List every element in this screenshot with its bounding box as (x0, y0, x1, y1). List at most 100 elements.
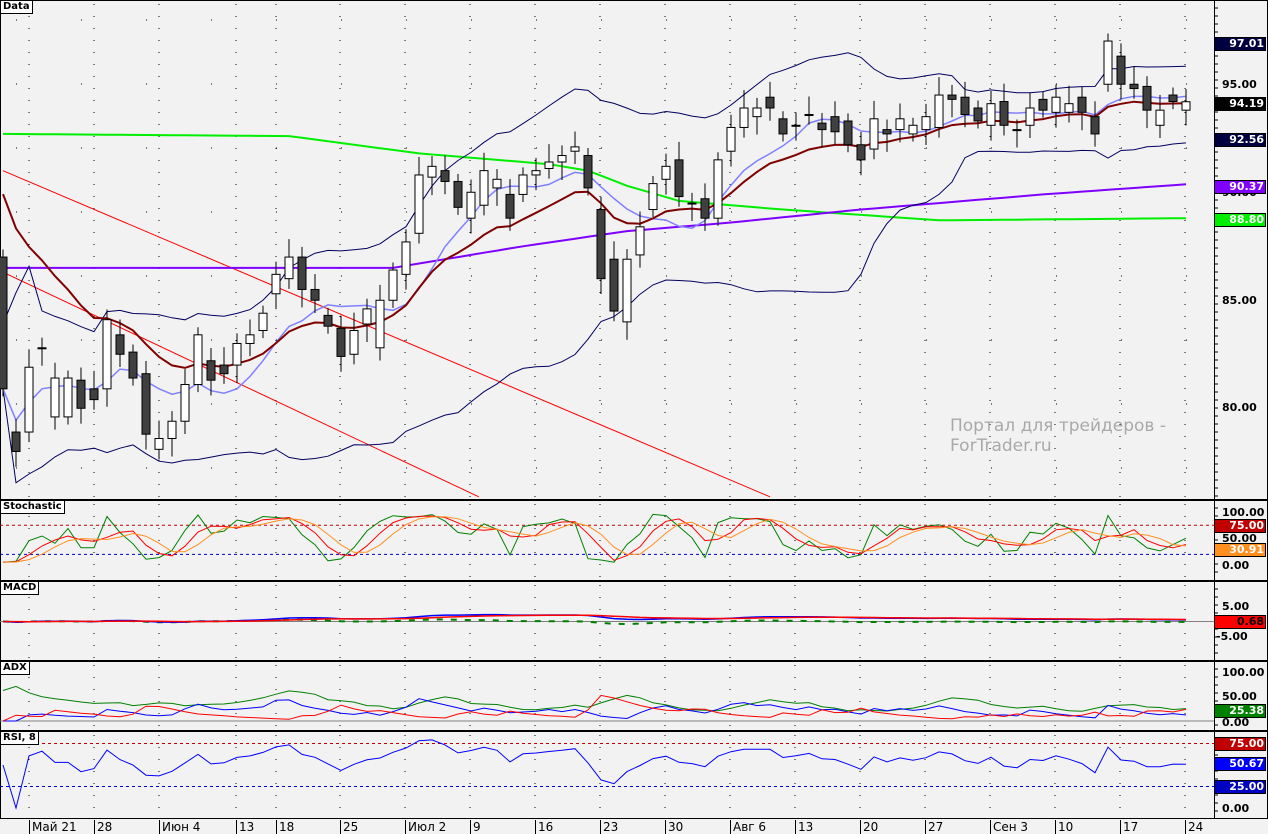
candle-down (778, 118, 788, 135)
x-tick: 9 (470, 820, 481, 834)
candle-up (1051, 96, 1061, 113)
stoch-upper-tag: 75.00 (1214, 519, 1266, 533)
candle-down (219, 364, 229, 375)
candle-up (531, 170, 541, 176)
candle-down (128, 351, 138, 379)
candle-up (687, 202, 697, 205)
candle-up (466, 191, 476, 219)
chart-window: Data Stochastic MACD ADX RSI, 8 Портал д… (0, 0, 1268, 834)
y-tick: 85.00 (1222, 294, 1257, 307)
rsi-lower-tag: 25.00 (1214, 780, 1266, 794)
candle-up (518, 174, 528, 195)
candle-up (102, 319, 112, 390)
x-tick: 17 (1120, 820, 1138, 834)
candle-down (674, 159, 684, 198)
candle-up (986, 103, 996, 126)
candle-up (232, 342, 242, 366)
candle-up (50, 377, 60, 418)
y-tick: 100.00 (1222, 666, 1265, 679)
x-tick: 16 (535, 820, 553, 834)
candle-down (206, 360, 216, 381)
candle-down (817, 122, 827, 131)
candle-down (947, 94, 957, 100)
candle-down (843, 120, 853, 146)
y-tick: 95.00 (1222, 78, 1257, 91)
rsi-last-tag: 50.67 (1214, 757, 1266, 771)
panel-label-adx: ADX (0, 661, 30, 675)
candle-down (310, 288, 320, 301)
candle-down (1038, 98, 1048, 111)
candle-up (921, 116, 931, 131)
x-tick: 18 (276, 820, 294, 834)
x-tick: 13 (795, 820, 813, 834)
candle-up (1103, 40, 1113, 85)
x-tick: 30 (665, 820, 683, 834)
candle-up (245, 334, 255, 344)
x-tick: Авг 6 (730, 820, 766, 834)
candle-down (700, 198, 710, 219)
stoch-last-tag: 30.91 (1214, 543, 1266, 557)
candle-up (557, 155, 567, 163)
panel-label-macd: MACD (0, 581, 40, 595)
y-tick: 100.00 (1222, 506, 1265, 519)
candle-down (297, 256, 307, 290)
macd-last-tag: 0.68 (1214, 615, 1266, 629)
candle-up (1025, 107, 1035, 126)
candle-up (791, 124, 801, 127)
candle-up (804, 113, 814, 116)
candle-down (336, 327, 346, 357)
candle-up (1181, 101, 1191, 111)
candle-up (713, 159, 723, 219)
bb-upper-tag: 97.01 (1214, 37, 1266, 51)
candle-down (141, 373, 151, 435)
candle-up (193, 334, 203, 386)
candle-up (349, 330, 359, 355)
candle-up (154, 438, 164, 450)
candle-down (973, 107, 983, 122)
candle-down (830, 116, 840, 133)
candle-up (661, 165, 671, 180)
y-tick: 0.00 (1222, 802, 1250, 815)
purple-ma-tag: 90.37 (1214, 180, 1266, 194)
y-tick: -5.00 (1216, 630, 1248, 643)
x-tick: 23 (600, 820, 618, 834)
y-tick: 50.00 (1222, 690, 1257, 703)
candle-up (1012, 129, 1022, 132)
candle-up (63, 377, 73, 418)
candle-up (167, 420, 177, 440)
candle-down (999, 101, 1009, 126)
candle-up (895, 118, 905, 131)
x-tick: Май 21 (29, 820, 77, 834)
candle-down (609, 258, 619, 312)
x-tick: 28 (94, 820, 112, 834)
x-tick: 24 (1185, 820, 1203, 834)
candle-up (375, 299, 385, 349)
green-ma-tag: 88.80 (1214, 213, 1266, 227)
x-tick: 20 (860, 820, 878, 834)
panel-label-data: Data (0, 0, 33, 14)
candle-up (726, 126, 736, 152)
candle-down (1129, 83, 1139, 90)
y-tick: 0.00 (1222, 559, 1250, 572)
candle-up (414, 174, 424, 234)
candle-up (1064, 103, 1074, 113)
y-tick: 0.00 (1222, 716, 1250, 729)
candle-down (440, 170, 450, 182)
candle-up (739, 107, 749, 128)
close-price-tag: 94.19 (1214, 97, 1266, 111)
watermark: Портал для трейдеров - ForTrader.ru (950, 416, 1166, 456)
candle-up (362, 308, 372, 325)
panel-label-rsi: RSI, 8 (0, 731, 39, 745)
candle-down (453, 180, 463, 208)
candle-down (765, 96, 775, 109)
candle-down (505, 193, 515, 219)
candle-down (11, 431, 21, 452)
candle-up (648, 183, 658, 211)
candle-up (908, 124, 918, 135)
candle-up (752, 107, 762, 118)
candle-down (583, 155, 593, 189)
x-tick: Июн 4 (159, 820, 200, 834)
candle-down (1168, 94, 1178, 103)
candle-down (856, 144, 866, 161)
candle-down (882, 129, 892, 135)
